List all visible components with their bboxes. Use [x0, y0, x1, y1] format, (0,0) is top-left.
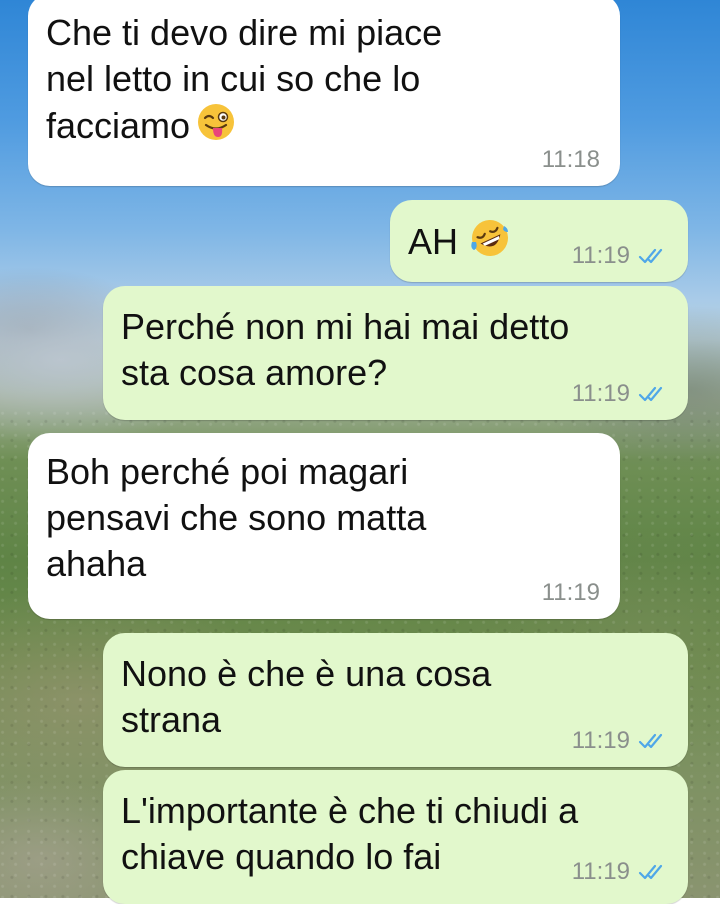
message-meta: 11:18	[542, 148, 600, 172]
read-receipt-icon	[638, 864, 663, 880]
message-text: L'importante è che ti chiudi a chiave qu…	[121, 790, 579, 877]
message-text: AH	[408, 221, 459, 262]
outgoing-message[interactable]: AH 11:19	[390, 200, 688, 282]
outgoing-message[interactable]: Nono è che è una cosa strana 11:19	[103, 633, 688, 767]
message-meta: 11:19	[542, 581, 600, 605]
message-time: 11:19	[571, 242, 630, 269]
message-time: 11:19	[541, 579, 600, 606]
message-text: Che ti devo dire mi piace nel letto in c…	[46, 12, 443, 146]
message-time: 11:18	[541, 146, 600, 173]
message-meta: 11:19	[572, 244, 668, 268]
read-receipt-icon	[638, 386, 663, 402]
rolling-on-floor-laughing-emoji	[471, 220, 509, 256]
read-receipt-icon	[638, 733, 663, 749]
incoming-message[interactable]: Che ti devo dire mi piace nel letto in c…	[28, 0, 620, 186]
message-time: 11:19	[571, 727, 630, 754]
incoming-message[interactable]: Boh perché poi magari pensavi che sono m…	[28, 433, 620, 619]
message-time: 11:19	[571, 380, 630, 407]
message-meta: 11:19	[572, 382, 668, 406]
message-meta: 11:19	[572, 729, 668, 753]
message-text: Boh perché poi magari pensavi che sono m…	[46, 451, 427, 584]
message-text: Perché non mi hai mai detto sta cosa amo…	[121, 306, 570, 393]
message-time: 11:19	[571, 858, 630, 885]
message-text: Nono è che è una cosa strana	[121, 653, 492, 740]
outgoing-message[interactable]: L'importante è che ti chiudi a chiave qu…	[103, 770, 688, 904]
winking-tongue-face-emoji	[198, 104, 235, 140]
outgoing-message[interactable]: Perché non mi hai mai detto sta cosa amo…	[103, 286, 688, 420]
read-receipt-icon	[638, 248, 663, 264]
message-meta: 11:19	[572, 860, 668, 884]
message-list[interactable]: Che ti devo dire mi piace nel letto in c…	[0, 0, 720, 904]
